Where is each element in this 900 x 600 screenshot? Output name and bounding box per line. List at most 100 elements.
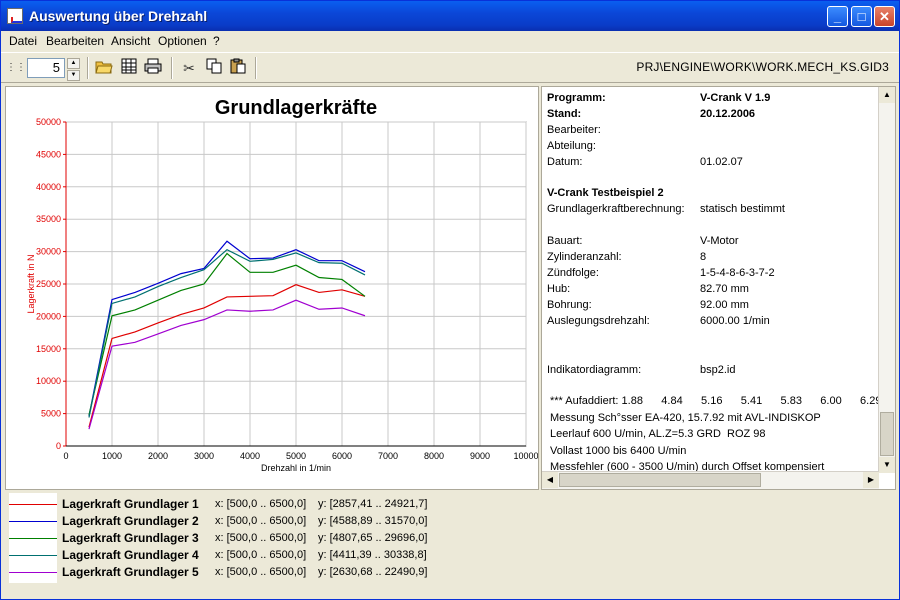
x-tick-label: 8000	[424, 451, 444, 461]
legend-x-range: x: [500,0 .. 6500,0]	[215, 532, 307, 544]
x-tick-label: 7000	[378, 451, 398, 461]
legend-x-range: x: [500,0 .. 6500,0]	[215, 566, 307, 578]
legend-line-swatch	[9, 521, 57, 522]
y-tick-label: 20000	[36, 311, 61, 321]
horizontal-scrollbar[interactable]: ◀ ▶	[542, 471, 879, 489]
y-tick-label: 15000	[36, 344, 61, 354]
app-icon	[7, 8, 23, 24]
info-label: Bearbeiter:	[547, 124, 601, 136]
legend-y-range: y: [2857,41 .. 24921,7]	[318, 498, 428, 510]
chart: 0 1000 2000 3000 4000 5000 6000 7000 8000 9000 100…	[26, 97, 539, 473]
info-value: bsp2.id	[700, 364, 736, 376]
legend-y-range: y: [4588,89 .. 31570,0]	[318, 515, 428, 527]
legend-row[interactable]: Lagerkraft Grundlager 1 x: [500,0 .. 6500…	[5, 496, 896, 512]
legend-row[interactable]: Lagerkraft Grundlager 4 x: [500,0 .. 6500…	[5, 547, 896, 563]
info-label: Bauart:	[547, 235, 583, 247]
y-tick-label: 25000	[36, 279, 61, 289]
info-label: Auslegungsdrehzahl:	[547, 315, 650, 327]
print-icon[interactable]	[143, 58, 163, 78]
hscroll-thumb[interactable]	[559, 473, 761, 487]
x-axis-label: Drehzahl in 1/min	[261, 463, 331, 473]
close-button[interactable]: ✕	[874, 6, 895, 27]
y-tick-label: 30000	[36, 247, 61, 257]
info-label: Zylinderanzahl:	[547, 251, 622, 263]
x-tick-label: 3000	[194, 451, 214, 461]
info-value: 82.70 mm	[700, 283, 749, 295]
menu-help[interactable]: ?	[213, 34, 220, 48]
legend-panel: Lagerkraft Grundlager 1 x: [500,0 .. 6500…	[5, 493, 896, 597]
spin-up-icon[interactable]: ▲	[67, 58, 80, 69]
scroll-right-icon[interactable]: ▶	[863, 472, 879, 488]
minimize-button[interactable]: _	[827, 6, 848, 27]
info-panel: Programm: V-Crank V 1.9 Stand: 20.12.2006 Be…	[541, 86, 896, 490]
x-tick-label: 9000	[470, 451, 490, 461]
info-note: Vollast 1000 bis 6400 U/min	[550, 444, 687, 457]
open-folder-icon[interactable]	[94, 58, 114, 78]
legend-row[interactable]: Lagerkraft Grundlager 2 x: [500,0 .. 6500…	[5, 513, 896, 529]
maximize-button[interactable]: □	[851, 6, 872, 27]
legend-series-name: Lagerkraft Grundlager 2	[62, 514, 199, 528]
legend-y-range: y: [4807,65 .. 29696,0]	[318, 532, 428, 544]
y-tick-label: 40000	[36, 182, 61, 192]
info-note: Messung Sch°sser EA-420, 15.7.92 mit AVL…	[550, 411, 821, 424]
cut-icon[interactable]: ✂	[179, 58, 199, 78]
title-bar[interactable]: Auswertung über Drehzahl _ □ ✕	[1, 1, 899, 31]
grip-icon: ⋮⋮	[6, 62, 26, 73]
info-label: Programm:	[547, 92, 606, 104]
legend-x-range: x: [500,0 .. 6500,0]	[215, 498, 307, 510]
scroll-down-icon[interactable]: ▼	[879, 457, 895, 473]
x-tick-label: 1000	[102, 451, 122, 461]
scroll-up-icon[interactable]: ▲	[879, 87, 895, 103]
y-tick-label: 0	[56, 441, 61, 451]
legend-series-name: Lagerkraft Grundlager 3	[62, 531, 199, 545]
menu-optionen[interactable]: Optionen	[158, 34, 207, 48]
info-value: 1-5-4-8-6-3-7-2	[700, 267, 775, 279]
scroll-left-icon[interactable]: ◀	[542, 472, 558, 488]
menu-bearbeiten[interactable]: Bearbeiten	[46, 34, 104, 48]
legend-series-name: Lagerkraft Grundlager 1	[62, 497, 199, 511]
toolbar-separator	[255, 57, 257, 79]
info-value: statisch bestimmt	[700, 203, 785, 215]
copy-icon[interactable]	[204, 58, 224, 78]
menu-ansicht[interactable]: Ansicht	[111, 34, 150, 48]
info-value: 01.02.07	[700, 156, 743, 168]
legend-line-swatch	[9, 504, 57, 505]
info-label: Zündfolge:	[547, 267, 599, 279]
legend-line-swatch	[9, 572, 57, 573]
x-tick-label: 4000	[240, 451, 260, 461]
info-label: Indikatordiagramm:	[547, 364, 642, 376]
info-value: V-Motor	[700, 235, 739, 247]
chart-title: Grundlagerkräfte	[215, 97, 377, 119]
toolbar-separator	[87, 57, 89, 79]
scroll-thumb[interactable]	[880, 412, 894, 456]
project-path: PRJ\ENGINE\WORK\WORK.MECH_KS.GID3	[636, 60, 889, 74]
y-tick-label: 45000	[36, 149, 61, 159]
spin-stepper[interactable]: ▲ ▼	[67, 58, 80, 81]
chart-panel: 0 1000 2000 3000 4000 5000 6000 7000 8000 9000 100…	[5, 86, 539, 490]
window-title: Auswertung über Drehzahl	[29, 8, 208, 24]
info-label: Grundlagerkraftberechnung:	[547, 203, 685, 215]
menu-datei[interactable]: Datei	[9, 34, 37, 48]
info-label: Datum:	[547, 156, 583, 168]
spin-input[interactable]: 5	[27, 58, 65, 78]
legend-row[interactable]: Lagerkraft Grundlager 3 x: [500,0 .. 6500…	[5, 530, 896, 546]
info-label: Hub:	[547, 283, 571, 295]
toolbar-separator	[171, 57, 173, 79]
y-tick-label: 35000	[36, 214, 61, 224]
x-tick-label: 10000	[513, 451, 538, 461]
x-tick-label: 0	[63, 451, 68, 461]
spin-down-icon[interactable]: ▼	[67, 70, 80, 81]
paste-icon[interactable]	[228, 58, 248, 78]
info-label: Abteilung:	[547, 140, 596, 152]
info-value: V-Crank V 1.9	[700, 92, 771, 104]
x-tick-label: 6000	[332, 451, 352, 461]
y-tick-label: 50000	[36, 117, 61, 127]
info-label: Bohrung:	[547, 299, 592, 311]
legend-line-swatch	[9, 538, 57, 539]
info-heading: V-Crank Testbeispiel 2	[547, 187, 664, 199]
table-icon[interactable]	[119, 58, 139, 78]
vertical-scrollbar[interactable]: ▲ ▼	[878, 87, 895, 473]
y-tick-label: 5000	[41, 409, 61, 419]
legend-row[interactable]: Lagerkraft Grundlager 5 x: [500,0 .. 6500…	[5, 564, 896, 580]
info-value: 92.00 mm	[700, 299, 749, 311]
